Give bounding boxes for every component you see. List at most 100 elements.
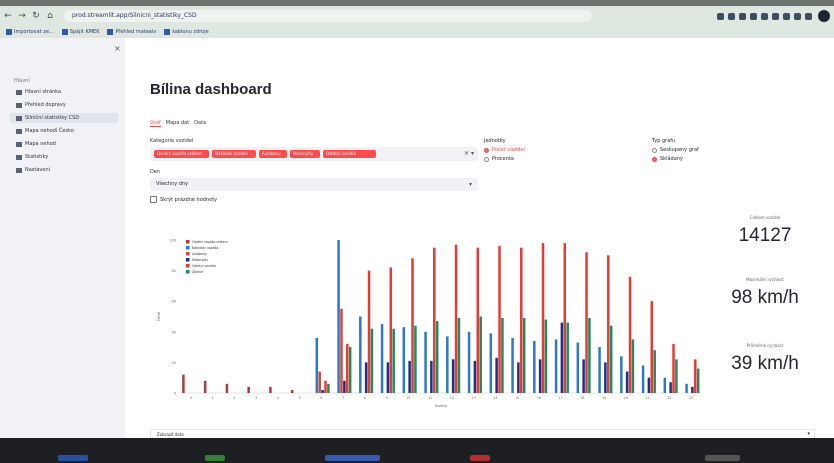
sidebar-item-home[interactable]: Hlavní stránka <box>10 87 118 97</box>
sidebar-item-statistics[interactable]: Statistiky <box>10 152 118 162</box>
bar-6-3 <box>321 389 324 393</box>
tab-graph[interactable]: Graf <box>150 120 161 127</box>
radio-dot[interactable] <box>484 147 489 153</box>
taskbar-app-icon[interactable] <box>470 455 490 461</box>
legend-label: Motocykly <box>192 258 208 262</box>
taskbar-app-icon[interactable] <box>205 455 225 461</box>
bar-3-0 <box>247 386 250 393</box>
bookmark-item[interactable]: Přehled mateaiv <box>107 28 156 35</box>
extension-icon[interactable] <box>739 12 746 20</box>
metric-label: Celkem vozidel <box>749 215 781 220</box>
bookmarks-bar: Importovat ze... Spájit KMEK Přehled mat… <box>6 27 209 36</box>
x-tick-label: 20 <box>624 396 628 400</box>
sidebar-item-road-stats[interactable]: Silniční statistiky CSD <box>10 113 118 123</box>
sidebar: × Hlavní Hlavní stránka Přehled dopravy … <box>0 38 125 438</box>
x-tick-label: 18 <box>580 396 584 400</box>
close-sidebar-icon[interactable]: × <box>114 44 121 53</box>
vehicle-multiselect[interactable]: Osobní vozidla celkem Nákladní vozidla A… <box>150 147 478 161</box>
bookmark-item[interactable]: Importovat ze... <box>6 28 54 35</box>
tab-map[interactable]: Mapa dat <box>166 120 189 127</box>
back-icon[interactable]: ← <box>2 10 14 22</box>
bar-9-5 <box>392 328 395 393</box>
home-icon[interactable]: ⌂ <box>44 10 56 22</box>
x-tick-label: 8 <box>364 396 366 400</box>
bar-21-4 <box>650 301 654 393</box>
bar-14-3 <box>495 357 498 393</box>
chip-motorcycles[interactable]: Motocykly <box>290 150 320 158</box>
bar-15-3 <box>517 362 520 393</box>
profile-avatar[interactable] <box>818 10 830 22</box>
sidebar-item-traffic[interactable]: Přehled dopravy <box>10 100 118 110</box>
bar-19-1 <box>598 347 601 393</box>
extension-icon[interactable] <box>750 12 757 20</box>
reload-icon[interactable]: ↻ <box>30 10 42 22</box>
extension-icon[interactable] <box>728 12 735 20</box>
sidebar-item-settings[interactable]: Nastavení <box>10 165 118 175</box>
bookmark-item[interactable]: šablonu zdroje <box>164 28 209 35</box>
x-tick-label: 1 <box>212 396 214 400</box>
chip-buses[interactable]: Autobusy <box>259 150 287 158</box>
x-tick-label: 7 <box>342 396 344 400</box>
x-tick-label: 22 <box>667 396 671 400</box>
metric-avg-speed: Průměrná rychlost 39 km/h <box>715 343 815 375</box>
tab-strip <box>0 0 834 6</box>
radio-option-grouped[interactable]: Seskupený graf <box>652 147 699 153</box>
bar-7-3 <box>343 380 346 393</box>
checkbox-box[interactable] <box>150 196 157 203</box>
bar-2-0 <box>225 383 229 393</box>
radio-option-count[interactable]: Počet vozidel <box>484 147 525 153</box>
bar-12-4 <box>454 244 458 393</box>
bar-11-1 <box>424 331 427 393</box>
forward-icon[interactable]: → <box>16 10 28 22</box>
clear-all-icon[interactable]: ✕ ▾ <box>464 150 474 157</box>
extension-icon[interactable] <box>772 12 779 20</box>
extension-icon[interactable] <box>717 12 724 20</box>
bar-16-3 <box>538 359 542 393</box>
metric-value: 39 km/h <box>731 353 799 374</box>
bar-8-4 <box>367 270 371 393</box>
bar-13-3 <box>473 360 477 393</box>
bar-23-4 <box>694 359 697 393</box>
taskbar-app-icon[interactable] <box>705 455 740 461</box>
sidebar-item-accident-map-cz[interactable]: Mapa nehodí Česko <box>10 126 118 136</box>
metric-value: 98 km/h <box>731 287 799 308</box>
legend-label: Nákladní vozidla <box>192 246 218 250</box>
extension-icon[interactable] <box>783 12 790 20</box>
extension-icon[interactable] <box>794 12 801 20</box>
bar-13-1 <box>467 331 471 393</box>
radio-dot[interactable] <box>652 147 657 153</box>
bar-0-0 <box>182 374 185 393</box>
chip-other[interactable]: Ostatní vozidla <box>323 150 376 158</box>
bar-22-4 <box>672 344 675 393</box>
bar-16-5 <box>544 319 548 393</box>
x-tick-label: 10 <box>406 396 410 400</box>
data-expander[interactable]: Zobrazit data ▾ <box>150 429 815 438</box>
taskbar-app-icon[interactable] <box>325 455 380 461</box>
radio-option-stacked[interactable]: Skládaný <box>652 156 699 162</box>
bar-23-1 <box>685 383 688 393</box>
url-field[interactable]: prod.streamlit.app/Silnicni_statistiky_C… <box>64 10 592 22</box>
extension-icon[interactable] <box>761 12 768 20</box>
radio-dot[interactable] <box>484 156 489 162</box>
chip-passenger[interactable]: Osobní vozidla celkem <box>154 150 209 158</box>
chip-trucks[interactable]: Nákladní vozidla <box>212 150 256 158</box>
taskbar-app-icon[interactable] <box>58 455 88 461</box>
bar-7-2 <box>340 308 343 393</box>
radio-option-percent[interactable]: Procenta <box>484 156 525 162</box>
bar-19-5 <box>609 325 613 393</box>
x-tick-label: 12 <box>450 396 454 400</box>
tab-data[interactable]: Data <box>194 120 206 127</box>
y-tick-label: 100 <box>169 239 176 243</box>
bookmark-item[interactable]: Spájit KMEK <box>61 28 99 35</box>
extension-icon[interactable] <box>805 12 812 20</box>
hide-empty-checkbox[interactable]: Skrýt prázdné hodnoty <box>150 196 217 203</box>
bar-11-3 <box>430 360 433 393</box>
day-select[interactable]: Všechny dny ▾ <box>150 178 478 191</box>
bar-18-1 <box>576 342 580 393</box>
bar-20-4 <box>628 276 632 393</box>
bar-10-1 <box>402 327 406 393</box>
sidebar-item-accident-map[interactable]: Mapa nehod <box>10 139 118 149</box>
bar-22-1 <box>663 377 667 393</box>
bar-21-5 <box>653 350 656 393</box>
radio-dot[interactable] <box>652 156 657 162</box>
